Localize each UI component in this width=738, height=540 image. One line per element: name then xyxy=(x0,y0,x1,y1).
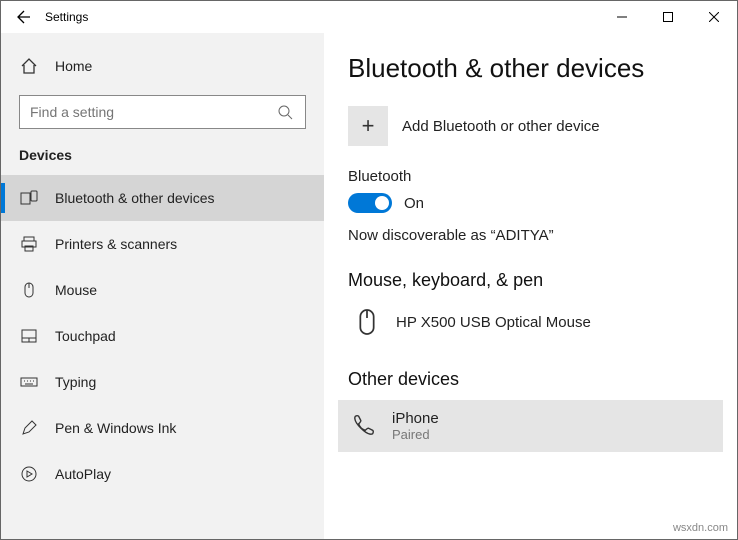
bluetooth-toggle[interactable] xyxy=(348,193,392,213)
sidebar-item-typing[interactable]: Typing xyxy=(1,359,324,405)
phone-icon xyxy=(348,411,378,441)
sidebar-item-mouse[interactable]: Mouse xyxy=(1,267,324,313)
window-controls xyxy=(599,1,737,33)
search-box[interactable] xyxy=(19,95,306,129)
nav-label: Pen & Windows Ink xyxy=(55,420,176,436)
add-label: Add Bluetooth or other device xyxy=(402,118,600,135)
devices-icon xyxy=(19,188,39,208)
add-button[interactable]: + xyxy=(348,106,388,146)
bluetooth-toggle-row: On xyxy=(348,193,713,213)
group-mouse-title: Mouse, keyboard, & pen xyxy=(348,270,713,291)
nav-label: Bluetooth & other devices xyxy=(55,190,215,206)
sidebar-item-touchpad[interactable]: Touchpad xyxy=(1,313,324,359)
search-icon xyxy=(275,102,295,122)
arrow-left-icon xyxy=(15,9,31,25)
home-icon xyxy=(19,56,39,76)
sidebar-item-pen[interactable]: Pen & Windows Ink xyxy=(1,405,324,451)
minimize-button[interactable] xyxy=(599,1,645,33)
nav-label: Printers & scanners xyxy=(55,236,177,252)
titlebar: Settings xyxy=(1,1,737,33)
sidebar-item-bluetooth[interactable]: Bluetooth & other devices xyxy=(1,175,324,221)
settings-window: Settings Home Devices Bluetooth & other … xyxy=(0,0,738,540)
nav-label: Touchpad xyxy=(55,328,116,344)
page-title: Bluetooth & other devices xyxy=(348,53,713,84)
sidebar-section-label: Devices xyxy=(1,139,324,175)
touchpad-icon xyxy=(19,326,39,346)
close-button[interactable] xyxy=(691,1,737,33)
sidebar-item-autoplay[interactable]: AutoPlay xyxy=(1,451,324,497)
device-status: Paired xyxy=(392,427,439,442)
pen-icon xyxy=(19,418,39,438)
sidebar-item-printers[interactable]: Printers & scanners xyxy=(1,221,324,267)
autoplay-icon xyxy=(19,464,39,484)
mouse-icon xyxy=(352,307,382,337)
watermark: wsxdn.com xyxy=(673,522,728,534)
bluetooth-state: On xyxy=(404,195,424,212)
nav-label: Typing xyxy=(55,374,96,390)
search-input[interactable] xyxy=(30,104,275,120)
mouse-icon xyxy=(19,280,39,300)
home-link[interactable]: Home xyxy=(1,43,324,89)
nav-label: Mouse xyxy=(55,282,97,298)
device-row-iphone[interactable]: iPhone Paired xyxy=(338,400,723,452)
back-button[interactable] xyxy=(1,1,45,33)
group-other-title: Other devices xyxy=(348,369,713,390)
bluetooth-label: Bluetooth xyxy=(348,168,713,185)
plus-icon: + xyxy=(362,113,375,139)
sidebar: Home Devices Bluetooth & other devices P… xyxy=(1,33,324,539)
discoverable-text: Now discoverable as “ADITYA” xyxy=(348,227,713,244)
device-name: iPhone xyxy=(392,410,439,427)
window-title: Settings xyxy=(45,10,88,24)
maximize-button[interactable] xyxy=(645,1,691,33)
device-row-mouse[interactable]: HP X500 USB Optical Mouse xyxy=(348,301,713,343)
home-label: Home xyxy=(55,58,92,74)
add-device-row[interactable]: + Add Bluetooth or other device xyxy=(348,106,713,146)
device-name: HP X500 USB Optical Mouse xyxy=(396,314,591,331)
keyboard-icon xyxy=(19,372,39,392)
device-info: iPhone Paired xyxy=(392,410,439,442)
body: Home Devices Bluetooth & other devices P… xyxy=(1,33,737,539)
printer-icon xyxy=(19,234,39,254)
main-panel: Bluetooth & other devices + Add Bluetoot… xyxy=(324,33,737,539)
nav-label: AutoPlay xyxy=(55,466,111,482)
